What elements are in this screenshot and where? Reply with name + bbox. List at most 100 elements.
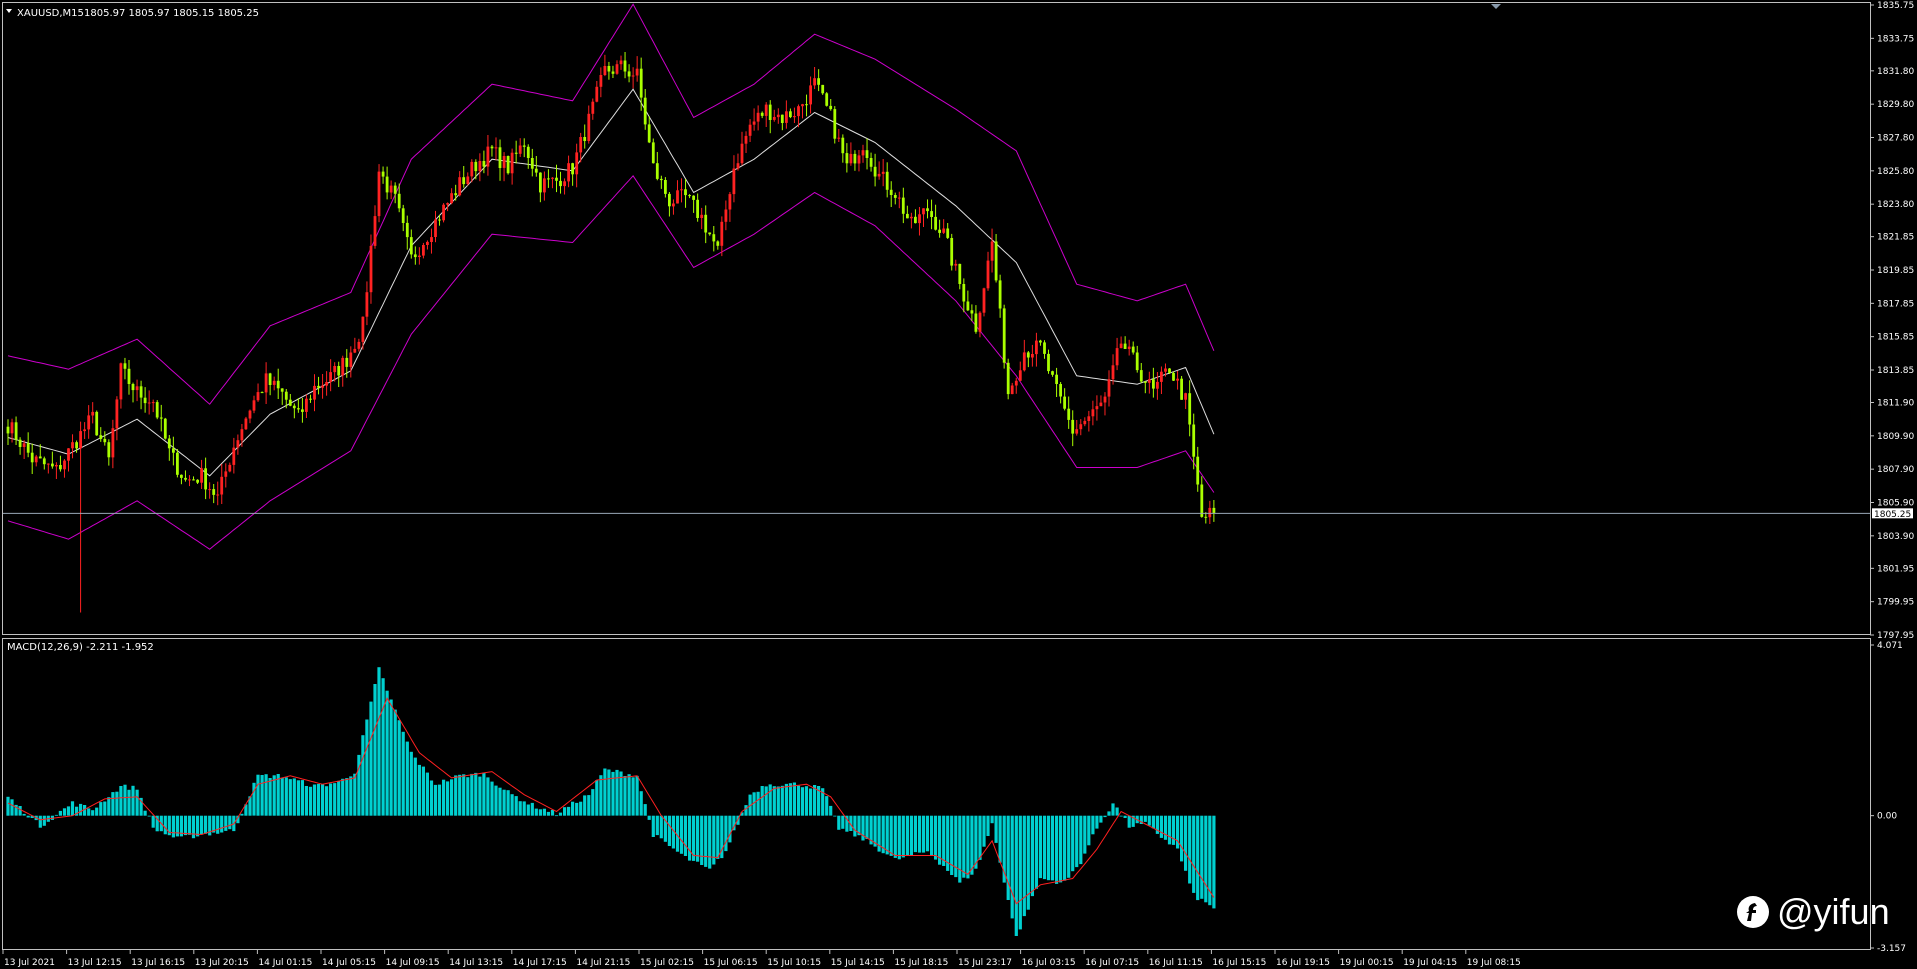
price-tick-label: 1829.80 <box>1877 100 1914 110</box>
macd-histogram-bar <box>760 786 764 816</box>
macd-histogram-bar <box>526 804 530 816</box>
macd-histogram-bar <box>272 775 276 816</box>
candle <box>506 155 510 175</box>
macd-histogram-bar <box>1099 815 1103 823</box>
macd-histogram-bar <box>825 796 829 816</box>
time-tick-label: 15 Jul 10:15 <box>767 958 821 968</box>
time-tick-label: 14 Jul 09:15 <box>386 958 440 968</box>
macd-histogram-bar <box>909 815 913 856</box>
macd-histogram-bar <box>1163 815 1168 840</box>
macd-histogram-bar <box>905 815 909 855</box>
candle-body <box>1071 419 1075 434</box>
candle-body <box>530 158 534 169</box>
candle-body <box>619 60 623 65</box>
candle-body <box>772 117 776 120</box>
macd-histogram-bar <box>784 783 788 816</box>
candle-body <box>756 112 760 122</box>
candle-body <box>490 146 494 149</box>
macd-histogram-bar <box>829 805 833 816</box>
macd-histogram-bar <box>688 815 692 861</box>
candle-body <box>522 145 526 147</box>
macd-histogram-bar <box>1103 815 1107 818</box>
macd-histogram-bar <box>506 790 510 816</box>
candle-body <box>1103 396 1107 403</box>
candle-body <box>151 402 155 404</box>
candle-body <box>861 150 865 156</box>
price-tick-label: 1813.85 <box>1877 366 1914 376</box>
macd-histogram-bar <box>1111 803 1115 816</box>
candle-body <box>341 357 345 376</box>
candle-body <box>147 402 151 404</box>
candle-body <box>526 146 530 158</box>
macd-histogram-bar <box>575 802 579 816</box>
macd-histogram-bar <box>986 815 990 836</box>
macd-histogram-bar <box>1022 815 1026 917</box>
candle-body <box>1119 343 1123 349</box>
candle-body <box>466 176 470 184</box>
macd-histogram-bar <box>111 792 115 816</box>
macd-histogram-bar <box>70 801 75 816</box>
candle-body <box>873 166 877 177</box>
macd-histogram-bar <box>696 815 700 862</box>
candle-body <box>256 392 260 401</box>
candle-body <box>200 468 203 483</box>
macd-histogram-bar <box>631 777 635 816</box>
candle-body <box>184 477 187 480</box>
macd-histogram-bar <box>639 791 643 816</box>
candle-body <box>680 189 683 191</box>
macd-histogram-bar <box>349 776 353 816</box>
macd-histogram-bar <box>401 731 405 816</box>
candle-body <box>551 177 554 179</box>
candle-body <box>470 161 474 177</box>
candle-body <box>216 494 220 496</box>
macd-histogram-bar <box>619 771 623 816</box>
candle-body <box>744 135 748 144</box>
time-tick-label: 15 Jul 14:15 <box>831 958 885 968</box>
candle-body <box>188 479 191 481</box>
candle-body <box>962 284 966 302</box>
candle-body <box>442 204 445 221</box>
candle-body <box>349 352 353 367</box>
macd-histogram-bar <box>58 810 62 816</box>
candle-body <box>99 435 103 439</box>
time-tick-label: 19 Jul 08:15 <box>1467 958 1521 968</box>
candle-body <box>1139 370 1143 382</box>
macd-histogram-bar <box>280 777 284 816</box>
macd-histogram-bar <box>6 796 10 816</box>
candle-body <box>1079 424 1083 430</box>
candle-body <box>155 402 159 418</box>
candle-body <box>732 168 736 195</box>
candle-body <box>317 385 320 388</box>
macd-histogram-bar <box>79 803 83 816</box>
candle-body <box>914 216 917 224</box>
candle-body <box>655 163 659 179</box>
macd-histogram-bar <box>42 815 46 826</box>
macd-histogram-bar <box>115 791 119 816</box>
candle-body <box>305 398 308 412</box>
candle-body <box>1127 346 1131 349</box>
candle-body <box>1115 348 1119 366</box>
candle-body <box>1184 393 1187 400</box>
candle-body <box>696 199 699 218</box>
macd-histogram-bar <box>433 784 438 816</box>
candle-body <box>615 64 619 74</box>
candle-body <box>801 104 804 107</box>
macd-histogram-bar <box>252 782 256 816</box>
macd-histogram-bar <box>804 786 809 816</box>
macd-histogram-bar <box>1184 815 1188 871</box>
candle-body <box>135 386 139 391</box>
macd-histogram-bar <box>813 785 817 816</box>
candle-body <box>1164 368 1167 372</box>
macd-histogram-bar <box>377 667 381 816</box>
candle-body <box>204 468 207 490</box>
macd-histogram-bar <box>889 815 893 856</box>
candle-body <box>67 448 70 461</box>
symbol-label: XAUUSD,M15 <box>17 8 84 19</box>
macd-histogram-bar <box>329 783 333 816</box>
macd-histogram-bar <box>87 808 91 816</box>
candle-body <box>760 112 764 116</box>
candle-body <box>906 213 909 219</box>
trading-chart[interactable]: 1835.75 1833.75 1831.80 1829.80 1827.80 1825.… <box>0 0 1917 969</box>
macd-histogram-bar <box>893 815 897 858</box>
macd-histogram-bar <box>708 815 712 869</box>
